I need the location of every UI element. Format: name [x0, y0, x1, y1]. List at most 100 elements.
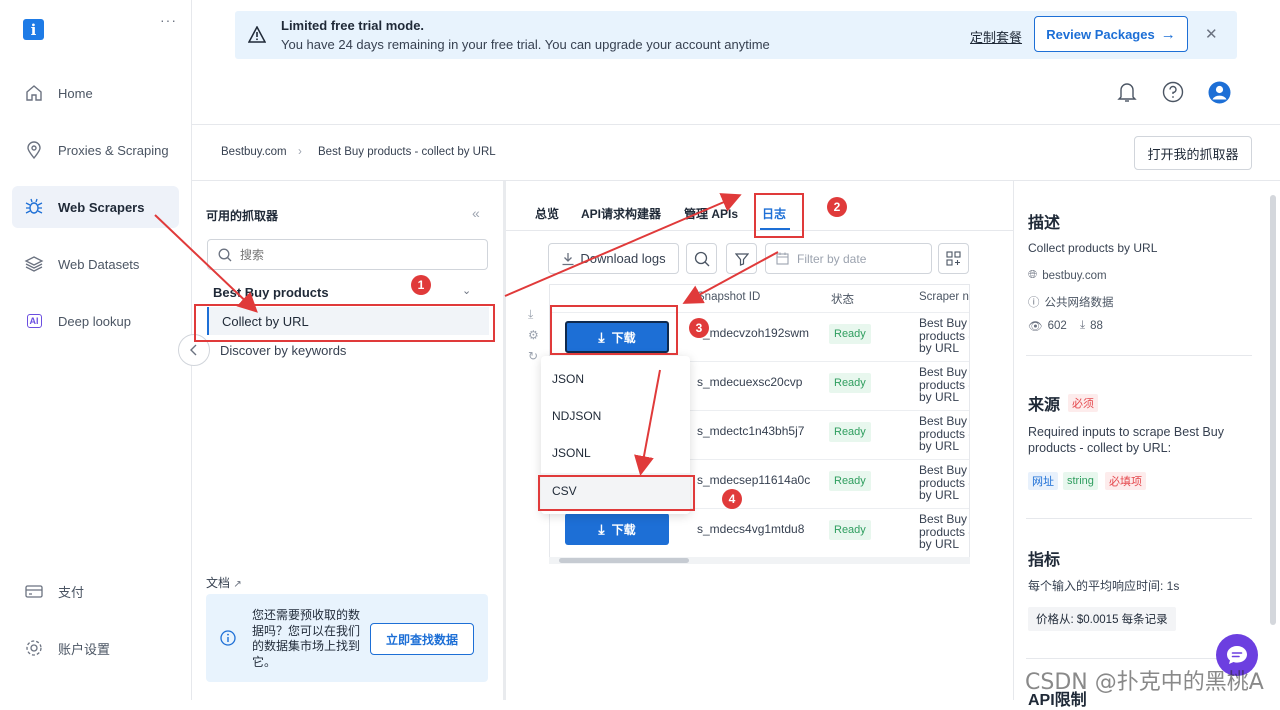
download-button[interactable]: ⤓ 下载 [565, 513, 669, 545]
downloads-text: 88 [1090, 319, 1103, 332]
chip-url: 网址 [1028, 472, 1058, 490]
download-icon: ⤓ [598, 520, 605, 537]
nav-item-home[interactable]: Home [12, 72, 179, 114]
download-label: 下载 [611, 522, 636, 537]
collapse-panel-icon[interactable]: « [472, 205, 480, 221]
panel-divider[interactable] [503, 181, 506, 700]
chat-icon [1227, 646, 1247, 664]
divider [192, 180, 1280, 181]
nav-label: Proxies & Scraping [58, 142, 169, 158]
scraper-name: Best Buy products - by URL [919, 316, 970, 355]
snapshot-id: s_mdecs4vg1mtdu8 [697, 522, 805, 536]
home-icon [24, 83, 44, 103]
search-icon [218, 248, 232, 261]
menu-item-json[interactable]: JSON [541, 361, 690, 397]
docs-link[interactable]: 文档 ↗ [206, 574, 242, 591]
help-icon[interactable] [1161, 80, 1185, 104]
nav-label: Web Scrapers [58, 199, 145, 215]
nav-label: 支付 [58, 584, 85, 600]
annotation-number-1: 1 [411, 275, 431, 295]
refresh-icon[interactable]: ↻ [528, 349, 538, 363]
columns-button[interactable] [938, 243, 969, 274]
panel-divider [1013, 181, 1014, 700]
sidebar-nav: i ··· Home Proxies & Scraping Web Scrape… [0, 0, 192, 700]
info-icon: ⓘ [1028, 297, 1040, 309]
divider [1026, 518, 1252, 519]
scraper-name: Best Buy products - by URL [919, 512, 970, 551]
price-badge: 价格从: $0.0015 每条记录 [1028, 607, 1176, 631]
date-filter-placeholder: Filter by date [797, 251, 867, 266]
download-logs-button[interactable]: Download logs [548, 243, 679, 274]
metrics-text: 每个输入的平均响应时间: 1s [1028, 579, 1180, 593]
review-packages-label: Review Packages [1046, 26, 1155, 42]
custom-plan-link[interactable]: 定制套餐 [970, 27, 1022, 46]
menu-item-jsonl[interactable]: JSONL [541, 435, 690, 471]
calendar-icon [776, 252, 789, 265]
user-avatar-icon[interactable] [1207, 80, 1231, 104]
ai-icon: AI [24, 311, 44, 331]
info-icon [220, 630, 236, 646]
tab-api-builder[interactable]: API请求构建器 [581, 205, 661, 222]
external-link-icon: ↗ [233, 579, 242, 590]
status-badge: Ready [829, 422, 871, 442]
nav-label: Home [58, 85, 93, 101]
domain-text: bestbuy.com [1042, 269, 1107, 282]
scrollbar-thumb[interactable] [559, 558, 689, 563]
download-icon: ⤓ [1080, 319, 1086, 331]
table-row[interactable]: ⤓ 下载 s_mdecs4vg1mtdu8 Ready Best Buy prod… [550, 508, 970, 557]
snapshot-id: s_mdectc1n43bh5j7 [697, 424, 805, 438]
source-title-text: 来源 [1028, 397, 1061, 414]
layers-icon [24, 254, 44, 274]
nav-item-web-datasets[interactable]: Web Datasets [12, 243, 179, 285]
warning-icon [248, 26, 266, 43]
breadcrumb-root[interactable]: Bestbuy.com [221, 146, 287, 158]
chevron-down-icon[interactable]: ⌄ [462, 284, 471, 297]
scraper-name: Best Buy products - by URL [919, 365, 970, 404]
tab-manage-apis[interactable]: 管理 APIs [684, 205, 738, 222]
domain-row: 🌐︎ bestbuy.com [1028, 269, 1107, 282]
download-icon[interactable]: ⤓ [528, 307, 533, 322]
search-input[interactable] [240, 247, 460, 262]
watermark: CSDN @扑克中的黑桃A [1025, 670, 1264, 695]
scraper-group-title[interactable]: Best Buy products [213, 285, 329, 300]
bell-icon[interactable] [1115, 80, 1139, 104]
chip-required: 必填项 [1105, 472, 1146, 490]
views-count: 👁︎ 602 [1028, 319, 1067, 333]
nav-item-billing[interactable]: 支付 [12, 570, 179, 612]
find-data-button[interactable]: 立即查找数据 [370, 623, 474, 655]
review-packages-button[interactable]: Review Packages → [1034, 16, 1188, 52]
menu-item-ndjson[interactable]: NDJSON [541, 398, 690, 434]
more-dots-icon[interactable]: ··· [160, 12, 177, 28]
right-panel-scrollbar[interactable] [1270, 195, 1276, 625]
snapshot-id: s_mdecsep11614a0c [697, 473, 811, 487]
download-icon [562, 252, 574, 265]
bug-icon [24, 197, 44, 217]
docs-label: 文档 [206, 576, 231, 590]
source-text: Required inputs to scrape Best Buy produ… [1028, 425, 1224, 455]
breadcrumb-separator: › [298, 146, 302, 158]
scraper-search[interactable] [207, 239, 488, 270]
tab-overview[interactable]: 总览 [535, 205, 559, 222]
bug-icon[interactable]: ⚙ [528, 328, 539, 342]
nav-item-web-scrapers[interactable]: Web Scrapers [12, 186, 179, 228]
search-icon [694, 251, 709, 266]
visibility-row: ⓘ 公共网络数据 [1028, 294, 1114, 310]
download-logs-label: Download logs [580, 251, 666, 266]
column-header-scraper: Scraper n [919, 291, 969, 303]
table-scrollbar[interactable] [549, 557, 970, 564]
snapshot-id: s_mdecuexsc20cvp [697, 375, 803, 389]
chevron-left-icon [190, 344, 197, 356]
app-logo[interactable]: i [23, 19, 44, 40]
scraper-name: Best Buy products - by URL [919, 463, 970, 502]
status-badge: Ready [829, 324, 871, 344]
nav-item-deep-lookup[interactable]: AI Deep lookup [12, 300, 179, 342]
nav-item-proxies[interactable]: Proxies & Scraping [12, 129, 179, 171]
filter-icon [734, 252, 749, 266]
open-my-scraper-button[interactable]: 打开我的抓取器 [1134, 136, 1252, 170]
filter-button[interactable] [726, 243, 757, 274]
banner-title: Limited free trial mode. [281, 18, 425, 33]
search-button[interactable] [686, 243, 717, 274]
close-icon[interactable]: ✕ [1205, 25, 1218, 43]
nav-item-account-settings[interactable]: 账户设置 [12, 627, 179, 669]
date-filter-input[interactable]: Filter by date [765, 243, 932, 274]
